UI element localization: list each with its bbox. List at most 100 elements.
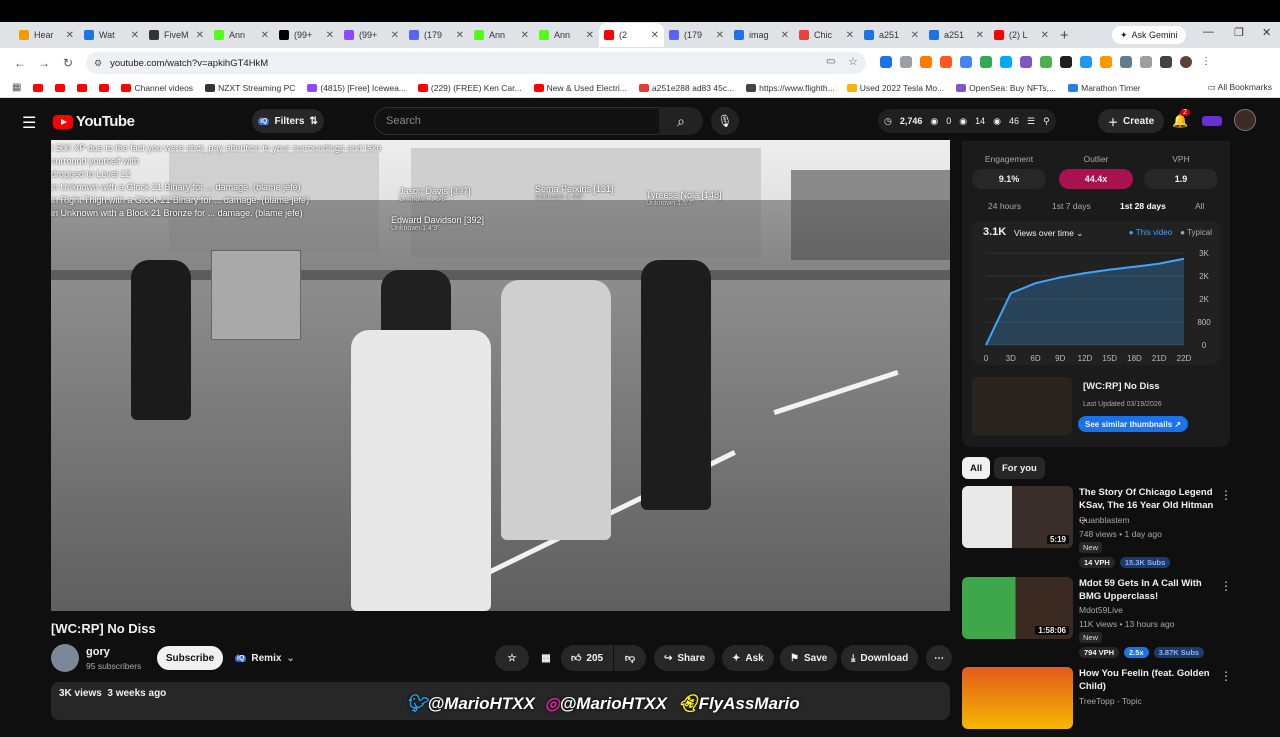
profile-icon[interactable] xyxy=(1180,56,1192,68)
ask-gemini-button[interactable]: ✦ Ask Gemini xyxy=(1112,26,1186,44)
channel-avatar[interactable] xyxy=(51,644,79,672)
site-info-icon[interactable]: ⚙ xyxy=(94,58,102,69)
extension-icon[interactable] xyxy=(1100,56,1112,68)
tab-close-icon[interactable]: ✕ xyxy=(586,30,594,41)
bookmark-youtube[interactable] xyxy=(55,83,66,92)
more-vertical-icon[interactable]: ⋮ xyxy=(1220,579,1232,593)
tab-close-icon[interactable]: ✕ xyxy=(196,30,204,41)
browser-tab[interactable]: FiveM ✕ xyxy=(144,23,209,47)
browser-tab[interactable]: imag ✕ xyxy=(729,23,794,47)
download-button[interactable]: ⤓ Download xyxy=(841,645,919,671)
range-tab-7d[interactable]: 1st 7 days xyxy=(1052,201,1091,211)
more-actions-button[interactable]: ⋯ xyxy=(926,645,952,671)
tab-close-icon[interactable]: ✕ xyxy=(261,30,269,41)
maximize-icon[interactable]: ❐ xyxy=(1234,26,1244,39)
notifications-bell-icon[interactable]: 🔔 2 xyxy=(1172,109,1190,129)
browser-tab[interactable]: (99+ ✕ xyxy=(274,23,339,47)
youtube-logo[interactable]: YouTube xyxy=(53,113,135,130)
search-button[interactable]: ⌕ xyxy=(659,107,703,135)
video-player[interactable]: t 500 XP due to the fact you were shot, … xyxy=(51,140,950,611)
browser-tab[interactable]: Wat ✕ xyxy=(79,23,144,47)
bookmark-item[interactable]: New & Used Electri... xyxy=(533,83,627,93)
extension-icon[interactable] xyxy=(880,56,892,68)
close-window-icon[interactable]: ✕ xyxy=(1262,26,1271,39)
bookmark-youtube[interactable] xyxy=(99,83,110,92)
extension-icon[interactable] xyxy=(1080,56,1092,68)
browser-tab[interactable]: a251 ✕ xyxy=(924,23,989,47)
bookmark-item[interactable]: (4815) [Free] Icewea... xyxy=(307,83,406,93)
tab-close-icon[interactable]: ✕ xyxy=(716,30,724,41)
tab-close-icon[interactable]: ✕ xyxy=(66,30,74,41)
extension-icon[interactable] xyxy=(900,56,912,68)
extension-icon[interactable] xyxy=(960,56,972,68)
downloads-icon[interactable] xyxy=(1160,56,1172,68)
range-tab-all[interactable]: All xyxy=(1195,201,1204,211)
more-vertical-icon[interactable]: ⋮ xyxy=(1220,669,1232,683)
extensions-puzzle-icon[interactable] xyxy=(1120,56,1132,68)
extension-icon[interactable] xyxy=(980,56,992,68)
bookmark-item[interactable]: (229) (FREE) Ken Car... xyxy=(417,83,522,93)
dislike-button[interactable]: 👎︎ xyxy=(614,645,646,671)
chip-all[interactable]: All xyxy=(962,457,991,479)
range-tab-24h[interactable]: 24 hours xyxy=(988,201,1021,211)
tab-close-icon[interactable]: ✕ xyxy=(781,30,789,41)
more-vertical-icon[interactable]: ⋮ xyxy=(1220,488,1232,502)
bookmark-youtube[interactable] xyxy=(33,83,44,92)
browser-tab[interactable]: Ann ✕ xyxy=(534,23,599,47)
extension-icon[interactable] xyxy=(940,56,952,68)
lightbulb-icon[interactable]: ⚲ xyxy=(1043,116,1050,127)
bookmark-item[interactable]: OpenSea: Buy NFTs,... xyxy=(956,83,1056,93)
bookmark-item[interactable]: Marathon Timer xyxy=(1068,83,1141,93)
voice-search-button[interactable]: 🎙 xyxy=(711,107,739,135)
browser-tab[interactable]: Ann ✕ xyxy=(209,23,274,47)
bookmark-youtube[interactable] xyxy=(77,83,88,92)
new-tab-icon[interactable]: + xyxy=(1060,27,1069,44)
back-icon[interactable]: ← xyxy=(8,56,32,70)
browser-tab[interactable]: a251 ✕ xyxy=(859,23,924,47)
apps-grid-icon[interactable]: ▦ xyxy=(12,82,21,93)
remix-button[interactable]: iQ Remix ⌄ xyxy=(229,646,301,670)
tab-close-icon[interactable]: ✕ xyxy=(326,30,334,41)
forward-icon[interactable]: → xyxy=(32,56,56,70)
browser-tab[interactable]: (179 ✕ xyxy=(664,23,729,47)
subscribe-button[interactable]: Subscribe xyxy=(157,646,223,670)
extension-icon[interactable] xyxy=(1000,56,1012,68)
tab-close-icon[interactable]: ✕ xyxy=(976,30,984,41)
tab-close-icon[interactable]: ✕ xyxy=(651,30,659,41)
channel-stats[interactable]: ◷ 2,746 ◉ 0 ◉ 14 ◉ 46 ☰ ⚲ xyxy=(878,109,1056,133)
save-button[interactable]: ⚑ Save xyxy=(780,645,838,671)
reload-icon[interactable]: ↻ xyxy=(56,56,80,70)
browser-tab[interactable]: (2) L ✕ xyxy=(989,23,1054,47)
bookmark-item[interactable]: Channel videos xyxy=(121,83,193,93)
range-tab-28d[interactable]: 1st 28 days xyxy=(1120,201,1166,211)
tab-close-icon[interactable]: ✕ xyxy=(911,30,919,41)
browser-tab[interactable]: (99+ ✕ xyxy=(339,23,404,47)
see-similar-thumbnails-button[interactable]: See similar thumbnails ↗ xyxy=(1078,416,1189,432)
all-bookmarks[interactable]: ▭ All Bookmarks xyxy=(1208,82,1272,93)
cast-icon[interactable]: ▭ xyxy=(826,56,835,67)
extension-pill-icon[interactable] xyxy=(1202,116,1222,126)
extension-icon[interactable] xyxy=(920,56,932,68)
tab-close-icon[interactable]: ✕ xyxy=(521,30,529,41)
bookmark-item[interactable]: Used 2022 Tesla Mo... xyxy=(846,83,944,93)
extension-icon[interactable] xyxy=(1060,56,1072,68)
browser-tab[interactable]: (2 ✕ xyxy=(599,23,664,47)
tab-close-icon[interactable]: ✕ xyxy=(456,30,464,41)
list-icon[interactable]: ☰ xyxy=(1027,116,1035,127)
channel-name[interactable]: gory xyxy=(86,646,110,658)
browser-tab[interactable]: (179 ✕ xyxy=(404,23,469,47)
recommendation-item[interactable]: 5:19 The Story Of Chicago Legend KSav, T… xyxy=(962,486,1262,568)
bookmark-item[interactable]: NZXT Streaming PC xyxy=(205,83,295,93)
sidebar-icon[interactable] xyxy=(1140,56,1152,68)
recommendation-item[interactable]: 1:58:06 Mdot 59 Gets In A Call With BMG … xyxy=(962,577,1262,658)
extension-icon[interactable] xyxy=(1040,56,1052,68)
ask-button[interactable]: ✦ Ask xyxy=(722,645,774,671)
minimize-icon[interactable]: — xyxy=(1203,26,1214,38)
hamburger-menu-icon[interactable]: ☰ xyxy=(22,113,36,133)
address-bar[interactable]: ⚙ youtube.com/watch?v=apkihGT4HkM xyxy=(86,52,866,74)
extension-icon[interactable] xyxy=(1020,56,1032,68)
bookmark-item[interactable]: https://www.flighth... xyxy=(746,83,835,93)
share-button[interactable]: ↪ Share xyxy=(654,645,716,671)
chip-for-you[interactable]: For you xyxy=(994,457,1045,479)
grid-button[interactable]: ▦ xyxy=(534,645,558,671)
